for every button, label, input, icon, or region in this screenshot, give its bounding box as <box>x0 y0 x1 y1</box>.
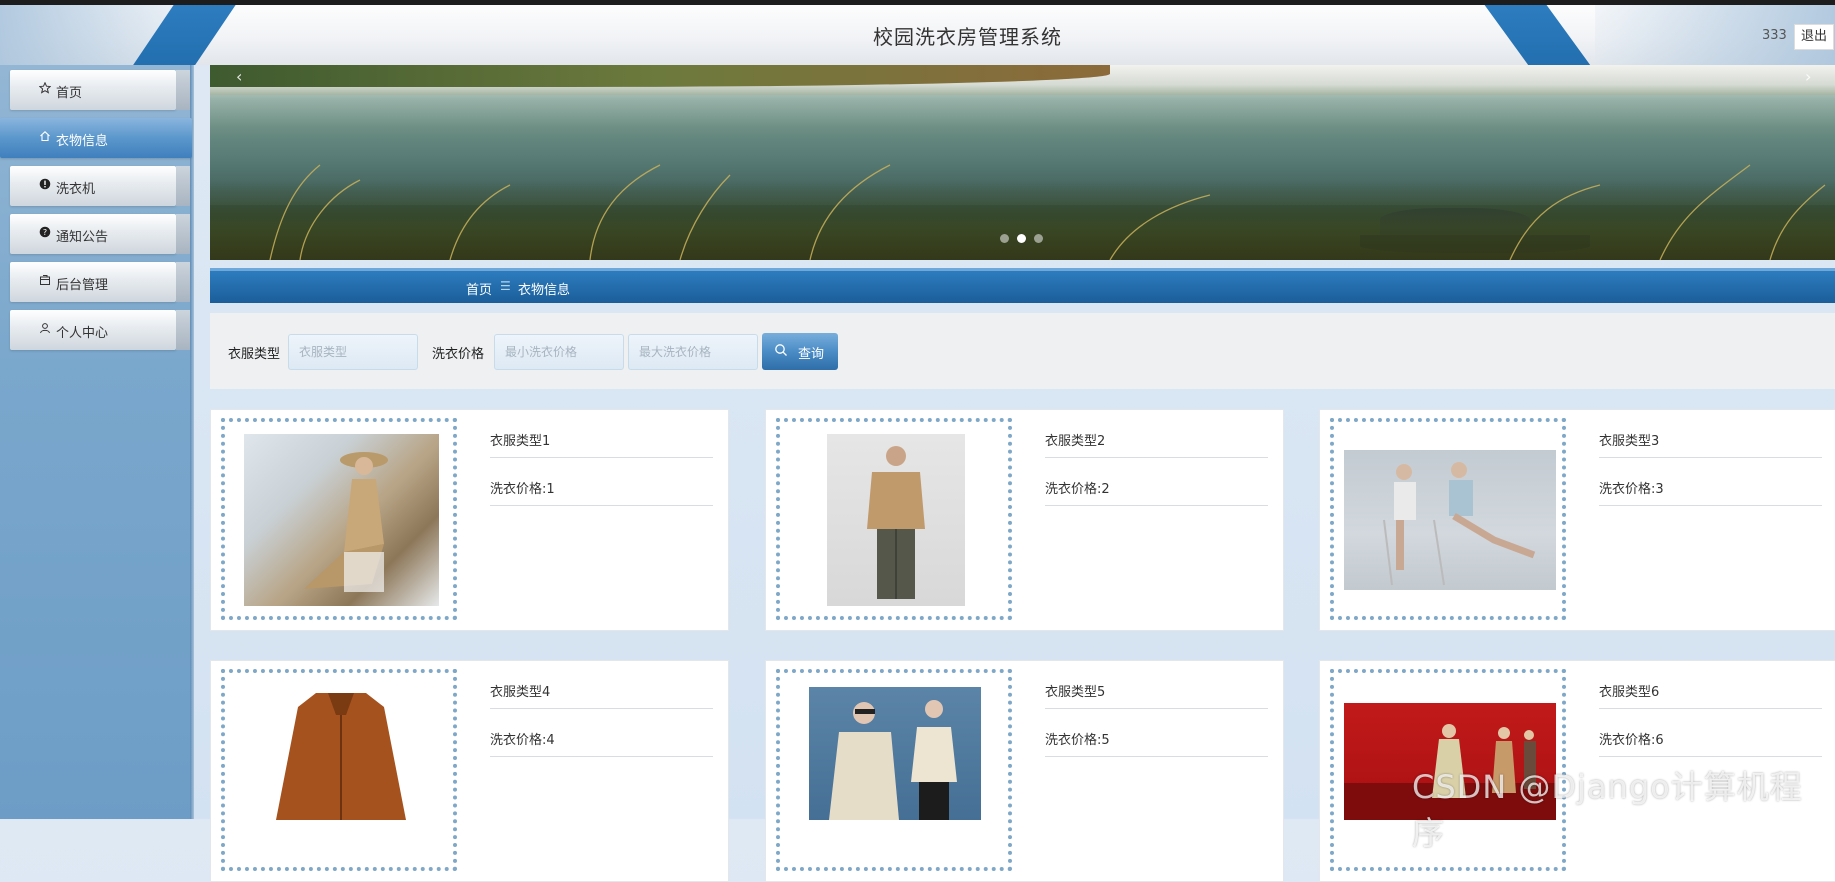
sidebar-item-label: 衣物信息 <box>56 134 109 149</box>
watermark: CSDN @Django计算机程序 <box>1412 768 1803 852</box>
home-icon <box>38 130 52 144</box>
carousel-dot[interactable] <box>1034 234 1043 243</box>
sidebar-item-label: 首页 <box>56 86 83 101</box>
sidebar-item-label: 个人中心 <box>56 326 109 341</box>
sidebar: 首页 衣物信息 洗衣机 ? 通知公告 后台管理 个人中心 <box>0 65 194 819</box>
clothing-photo[interactable] <box>809 687 981 820</box>
clothing-card[interactable]: 衣服类型3 洗衣价格:3 <box>1319 409 1835 631</box>
clothing-photo[interactable] <box>244 434 439 606</box>
sidebar-item-label: 后台管理 <box>56 278 109 293</box>
sidebar-item-label: 洗衣机 <box>56 182 96 197</box>
max-price-input[interactable] <box>628 334 758 370</box>
clothing-type-label: 衣服类型 <box>228 347 281 362</box>
divider <box>490 756 713 757</box>
divider <box>1599 756 1822 757</box>
clothing-card[interactable]: 衣服类型5 洗衣价格:5 <box>765 660 1284 882</box>
wash-price-text: 洗衣价格:5 <box>1045 733 1110 748</box>
jacket-figure <box>276 693 406 820</box>
clothing-type-text: 衣服类型5 <box>1045 685 1106 700</box>
sidebar-item-profile[interactable]: 个人中心 <box>10 310 190 350</box>
person-figure <box>867 446 925 599</box>
clothing-type-input[interactable] <box>288 334 418 370</box>
wash-price-text: 洗衣价格:6 <box>1599 733 1664 748</box>
carousel-dot-active[interactable] <box>1017 234 1026 243</box>
banner-hills <box>210 65 1110 87</box>
sidebar-item-label: 通知公告 <box>56 230 109 245</box>
divider <box>1045 708 1268 709</box>
search-panel: 衣服类型 洗衣价格 查询 <box>210 313 1835 389</box>
divider <box>1599 457 1822 458</box>
divider <box>1599 708 1822 709</box>
clothing-card[interactable]: 衣服类型4 洗衣价格:4 <box>210 660 729 882</box>
divider <box>490 457 713 458</box>
carousel-indicators <box>1000 232 1051 247</box>
divider <box>1045 756 1268 757</box>
clothing-type-text: 衣服类型1 <box>490 434 551 449</box>
sidebar-edge <box>190 65 194 819</box>
clothing-type-text: 衣服类型4 <box>490 685 551 700</box>
search-button-label: 查询 <box>798 347 825 362</box>
sidebar-item-home[interactable]: 首页 <box>10 70 190 110</box>
person-figure <box>829 700 957 820</box>
wash-price-label: 洗衣价格 <box>432 347 485 362</box>
search-icon <box>774 343 788 357</box>
divider <box>1045 505 1268 506</box>
divider <box>490 505 713 506</box>
logout-button[interactable]: 退出 <box>1794 24 1834 50</box>
clothing-photo[interactable] <box>256 687 426 820</box>
sidebar-item-washing-machine[interactable]: 洗衣机 <box>10 166 190 206</box>
user-icon <box>38 322 52 336</box>
breadcrumb: 首页 ☰ 衣物信息 <box>210 268 1835 303</box>
wash-price-text: 洗衣价格:1 <box>490 482 555 497</box>
wash-price-text: 洗衣价格:3 <box>1599 482 1664 497</box>
wash-price-text: 洗衣价格:4 <box>490 733 555 748</box>
svg-text:?: ? <box>43 228 47 237</box>
clothing-photo[interactable] <box>1344 450 1556 590</box>
sidebar-item-notices[interactable]: ? 通知公告 <box>10 214 190 254</box>
divider <box>1045 457 1268 458</box>
search-button[interactable]: 查询 <box>762 333 838 370</box>
divider <box>490 708 713 709</box>
breadcrumb-home-link[interactable]: 首页 <box>466 279 492 298</box>
breadcrumb-current: 衣物信息 <box>518 283 571 298</box>
clothing-type-text: 衣服类型3 <box>1599 434 1660 449</box>
carousel-prev-button[interactable]: ‹ <box>236 67 242 86</box>
wash-price-text: 洗衣价格:2 <box>1045 482 1110 497</box>
question-icon: ? <box>38 226 52 240</box>
clothing-type-text: 衣服类型6 <box>1599 685 1660 700</box>
box-icon <box>38 274 52 288</box>
sidebar-item-admin[interactable]: 后台管理 <box>10 262 190 302</box>
clothing-photo[interactable] <box>827 434 965 606</box>
username-label[interactable]: 333 <box>1762 28 1787 43</box>
clothing-card[interactable]: 衣服类型1 洗衣价格:1 <box>210 409 729 631</box>
sidebar-item-clothing-info[interactable]: 衣物信息 <box>0 118 192 158</box>
star-icon <box>38 81 52 96</box>
divider <box>1599 505 1822 506</box>
min-price-input[interactable] <box>494 334 624 370</box>
breadcrumb-separator: ☰ <box>500 279 511 293</box>
clothing-type-text: 衣服类型2 <box>1045 434 1106 449</box>
app-title: 校园洗衣房管理系统 <box>873 25 1062 49</box>
header: 校园洗衣房管理系统 333 退出 <box>0 5 1835 65</box>
carousel-dot[interactable] <box>1000 234 1009 243</box>
carousel-next-button[interactable]: › <box>1805 67 1811 86</box>
person-figure <box>1383 462 1536 586</box>
banner-carousel[interactable]: ‹ › <box>210 65 1835 260</box>
clothing-card[interactable]: 衣服类型2 洗衣价格:2 <box>765 409 1284 631</box>
info-icon <box>38 178 52 192</box>
person-figure <box>304 452 388 592</box>
